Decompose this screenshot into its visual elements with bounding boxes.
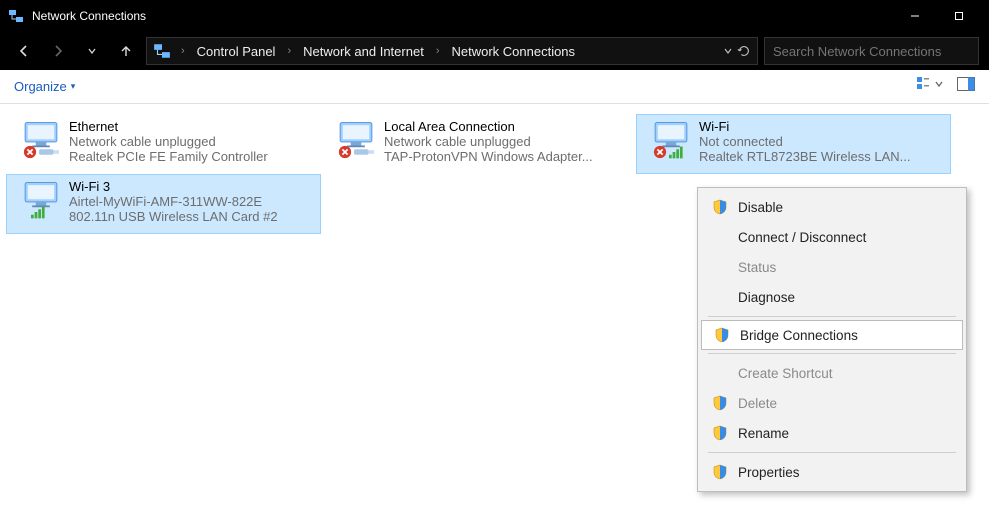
menu-item[interactable]: Disable (700, 192, 964, 222)
connection-icon (13, 119, 69, 159)
connection-status: Network cable unplugged (384, 134, 629, 149)
connection-device: 802.11n USB Wireless LAN Card #2 (69, 209, 314, 224)
back-button[interactable] (10, 37, 38, 65)
shield-icon (714, 327, 730, 343)
connection-item[interactable]: Local Area Connection Network cable unpl… (321, 114, 636, 174)
chevron-right-icon: › (432, 45, 444, 57)
connection-item[interactable]: Wi-Fi Not connected Realtek RTL8723BE Wi… (636, 114, 951, 174)
menu-item-label: Delete (738, 396, 777, 411)
breadcrumb-item[interactable]: Control Panel (195, 42, 278, 61)
menu-item-label: Diagnose (738, 290, 795, 305)
connection-icon (13, 179, 69, 219)
forward-button[interactable] (44, 37, 72, 65)
refresh-icon[interactable] (737, 44, 751, 58)
menu-item: Delete (700, 388, 964, 418)
address-bar[interactable]: › Control Panel › Network and Internet ›… (146, 37, 758, 65)
connection-device: Realtek PCIe FE Family Controller (69, 149, 314, 164)
cable-icon (39, 145, 59, 159)
wifi-bars-icon (31, 205, 51, 219)
chevron-right-icon: › (283, 45, 295, 57)
error-icon (23, 145, 37, 159)
connection-device: TAP-ProtonVPN Windows Adapter... (384, 149, 629, 164)
error-icon (338, 145, 352, 159)
command-bar: Organize ▾ (0, 70, 989, 104)
connection-icon (328, 119, 384, 159)
menu-item-label: Bridge Connections (740, 328, 858, 343)
connection-status: Not connected (699, 134, 944, 149)
menu-separator (708, 353, 956, 354)
minimize-button[interactable] (893, 0, 937, 32)
menu-item-label: Properties (738, 465, 800, 480)
connection-item[interactable]: Ethernet Network cable unplugged Realtek… (6, 114, 321, 174)
menu-item-label: Disable (738, 200, 783, 215)
recent-locations-button[interactable] (78, 37, 106, 65)
connection-name: Local Area Connection (384, 119, 629, 134)
error-icon (653, 145, 667, 159)
search-input[interactable] (773, 44, 970, 59)
organize-label: Organize (14, 79, 67, 94)
context-menu: Disable Connect / Disconnect Status Diagnos… (697, 187, 967, 492)
maximize-button[interactable] (937, 0, 981, 32)
menu-item: Create Shortcut (700, 358, 964, 388)
connection-item[interactable]: Wi-Fi 3 Airtel-MyWiFi-AMF-311WW-822E 802… (6, 174, 321, 234)
shield-icon (712, 199, 728, 215)
shield-icon (712, 395, 728, 411)
menu-item-label: Status (738, 260, 776, 275)
connection-status: Airtel-MyWiFi-AMF-311WW-822E (69, 194, 314, 209)
breadcrumb-item[interactable]: Network Connections (449, 42, 577, 61)
up-button[interactable] (112, 37, 140, 65)
menu-item[interactable]: Bridge Connections (701, 320, 963, 350)
menu-item[interactable]: Properties (700, 457, 964, 487)
connection-icon (643, 119, 699, 159)
chevron-right-icon: › (177, 45, 189, 57)
nav-bar: › Control Panel › Network and Internet ›… (0, 32, 989, 70)
menu-item-label: Connect / Disconnect (738, 230, 866, 245)
cable-icon (354, 145, 374, 159)
menu-item-label: Rename (738, 426, 789, 441)
menu-item-label: Create Shortcut (738, 366, 833, 381)
chevron-down-icon[interactable] (723, 46, 733, 56)
caret-down-icon: ▾ (71, 81, 76, 92)
connection-device: Realtek RTL8723BE Wireless LAN... (699, 149, 944, 164)
connection-name: Ethernet (69, 119, 314, 134)
view-options-button[interactable] (917, 76, 943, 97)
menu-item: Status (700, 252, 964, 282)
menu-item[interactable]: Rename (700, 418, 964, 448)
menu-item[interactable]: Connect / Disconnect (700, 222, 964, 252)
connection-status: Network cable unplugged (69, 134, 314, 149)
window-title: Network Connections (32, 9, 893, 23)
menu-separator (708, 316, 956, 317)
app-icon (8, 8, 24, 24)
preview-pane-button[interactable] (957, 77, 975, 96)
title-bar: Network Connections (0, 0, 989, 32)
shield-icon (712, 425, 728, 441)
search-box[interactable] (764, 37, 979, 65)
shield-icon (712, 464, 728, 480)
connection-name: Wi-Fi (699, 119, 944, 134)
breadcrumb-item[interactable]: Network and Internet (301, 42, 426, 61)
location-icon (153, 42, 171, 60)
organize-menu[interactable]: Organize ▾ (14, 79, 75, 94)
wifi-bars-icon (669, 145, 689, 159)
connection-name: Wi-Fi 3 (69, 179, 314, 194)
menu-item[interactable]: Diagnose (700, 282, 964, 312)
menu-separator (708, 452, 956, 453)
